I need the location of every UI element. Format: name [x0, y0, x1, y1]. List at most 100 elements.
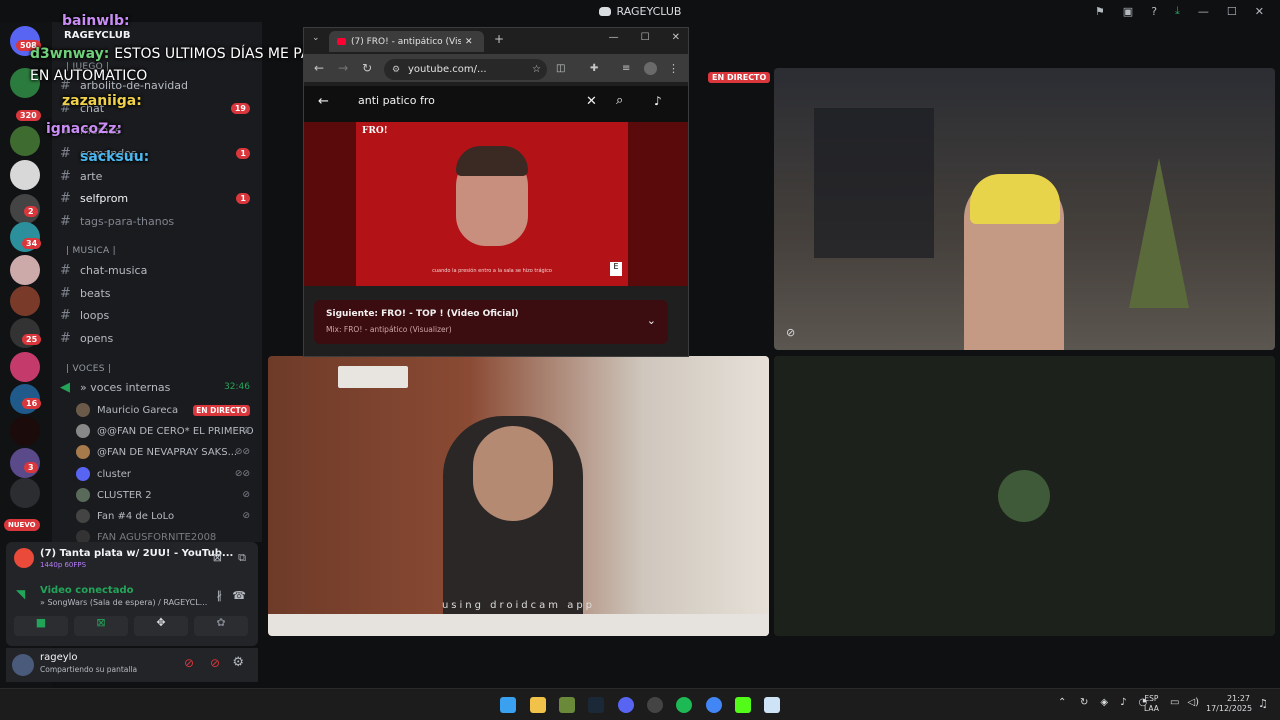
minimize-icon[interactable]: — [1198, 5, 1209, 18]
site-info-icon[interactable]: ⚙ [392, 65, 400, 75]
channel-item[interactable]: # selfprom 1 [52, 187, 262, 209]
channel-item[interactable]: # loops [52, 304, 262, 326]
channel-label: beats [80, 286, 111, 300]
new-tab-icon[interactable]: + [494, 32, 504, 46]
shield-icon[interactable]: ◈ [1100, 697, 1108, 708]
network-icon[interactable]: ▭ [1170, 697, 1179, 708]
screenshare-button[interactable]: ⊠ [74, 616, 128, 636]
channel-item[interactable]: # beats [52, 282, 262, 304]
language-indicator[interactable]: ESP LAA [1144, 694, 1159, 714]
search-query[interactable]: anti patico fro [358, 94, 435, 107]
volume-icon[interactable]: ◁) [1187, 697, 1199, 708]
chatgpt-icon[interactable] [647, 697, 663, 713]
chevron-up-icon[interactable]: ⌃ [1058, 697, 1066, 708]
kick-icon[interactable] [735, 697, 751, 713]
avatar[interactable] [12, 654, 34, 676]
bookmark-star-icon[interactable]: ☆ [532, 64, 541, 75]
christmas-tree [1129, 158, 1189, 308]
voice-member[interactable]: Mauricio Gareca EN DIRECTO [76, 400, 262, 420]
discord-icon[interactable] [618, 697, 634, 713]
tray-icons: ↻ ◈ ♪ ◔ [1080, 697, 1147, 708]
tab-youtube[interactable]: (7) FRO! - antipático (Visual ✕ [329, 31, 484, 52]
close-icon[interactable]: ✕ [1255, 5, 1264, 18]
popout-icon[interactable]: ⧉ [238, 551, 246, 565]
notepad-icon[interactable] [764, 697, 780, 713]
stop-stream-icon[interactable]: ⊠ [213, 551, 222, 564]
person-face [473, 426, 553, 521]
forward-icon[interactable]: → [338, 61, 348, 75]
steam-icon[interactable] [588, 697, 604, 713]
clock[interactable]: 21:27 17/12/2025 [1206, 694, 1252, 714]
video-player[interactable]: FRO! cuando la presión entro a la sala s… [304, 122, 688, 286]
category-musica[interactable]: | MUSICA | [66, 246, 116, 256]
profile-avatar[interactable] [644, 61, 657, 75]
tab-list-icon[interactable]: ⌄ [312, 33, 320, 43]
mic-icon[interactable]: ♪ [654, 94, 662, 108]
mic-muted-icon[interactable]: ⊘ [184, 656, 194, 670]
stream-tile-audio[interactable] [774, 356, 1275, 636]
minecraft-icon[interactable] [559, 697, 575, 713]
file-explorer-icon[interactable] [530, 697, 546, 713]
download-icon[interactable]: ⤓ [1175, 4, 1180, 18]
sync-icon[interactable]: ↻ [1080, 697, 1088, 708]
settings-gear-icon[interactable]: ⚙ [232, 655, 244, 670]
rtc-channel[interactable]: » SongWars (Sala de espera) / RAGEYCL... [40, 598, 207, 607]
media-icon[interactable]: ≡ [622, 63, 630, 74]
spotify-icon[interactable] [676, 697, 692, 713]
back-arrow-icon[interactable]: ← [318, 94, 329, 109]
soundboard-button[interactable]: ✿ [194, 616, 248, 636]
disconnect-icon[interactable]: ☎ [232, 589, 246, 602]
stream-tile-main[interactable]: ⊘ [774, 68, 1275, 350]
mic-muted-icon: ⊘ [786, 326, 796, 339]
menu-icon[interactable]: ⋮ [668, 62, 679, 75]
up-next-card[interactable]: Siguiente: FRO! - TOP ! (Video Oficial) … [314, 300, 668, 344]
start-icon[interactable] [500, 697, 516, 713]
voice-member[interactable]: @@FAN DE CERO* EL PRIMERO ⊘ [76, 421, 262, 441]
server-name[interactable]: RAGEYCLUB [64, 30, 130, 41]
activities-button[interactable]: ✥ [134, 616, 188, 636]
extension-icon[interactable]: ◫ [556, 63, 565, 74]
help-icon[interactable]: ? [1151, 5, 1157, 18]
camera-button[interactable]: ■ [14, 616, 68, 636]
server-icon[interactable] [10, 352, 40, 382]
channel-item[interactable]: # tags-para-thanos [52, 210, 262, 232]
back-icon[interactable]: ← [314, 61, 324, 75]
channel-item[interactable]: # chat-musica [52, 259, 262, 281]
minimize-icon[interactable]: — [609, 32, 619, 43]
screen-icon[interactable]: ▣ [1123, 5, 1133, 18]
chevron-down-icon[interactable]: ⌄ [647, 314, 656, 327]
server-icon[interactable] [10, 416, 40, 446]
voice-member[interactable]: Fan #4 de LoLo ⊘ [76, 506, 262, 526]
search-icon[interactable]: ⌕ [616, 93, 623, 108]
hash-icon: # [60, 190, 71, 206]
channel-item[interactable]: # arte [52, 165, 262, 187]
close-tab-icon[interactable]: ✕ [465, 37, 473, 47]
address-bar[interactable]: ⚙ youtube.com/... ☆ [384, 59, 547, 80]
clear-search-icon[interactable]: ✕ [586, 94, 597, 109]
server-icon[interactable] [10, 286, 40, 316]
puzzle-icon[interactable]: ✚ [590, 63, 598, 74]
maximize-icon[interactable]: ☐ [641, 32, 650, 43]
voice-member[interactable]: FAN AGUSFORNITE2008 [76, 527, 262, 542]
inbox-icon[interactable]: ⚑ [1095, 5, 1105, 18]
mic-icon[interactable]: ♪ [1120, 697, 1126, 708]
server-icon[interactable] [10, 126, 40, 156]
server-icon[interactable] [10, 478, 40, 508]
stream-tile-camera[interactable]: using droidcam app [268, 356, 769, 636]
activity-title[interactable]: (7) Tanta plata w/ 2UU! - YouTub... [40, 548, 233, 559]
noise-icon[interactable]: ∦ [217, 589, 223, 602]
deafen-icon[interactable]: ⊘ [210, 656, 220, 670]
server-icon[interactable] [10, 160, 40, 190]
voice-member[interactable]: @FAN DE NEVAPRAY SAKS... ⊘⊘ [76, 442, 262, 462]
close-icon[interactable]: ✕ [672, 32, 680, 43]
notification-icon[interactable]: ♫ [1258, 697, 1268, 710]
chrome-icon[interactable] [706, 697, 722, 713]
category-voces[interactable]: | VOCES | [66, 364, 111, 374]
voice-member[interactable]: cluster ⊘⊘ [76, 464, 262, 484]
voice-channel[interactable]: ◀ » voces internas 32:46 [52, 376, 262, 398]
server-icon[interactable] [10, 255, 40, 285]
maximize-icon[interactable]: ☐ [1227, 5, 1237, 18]
reload-icon[interactable]: ↻ [362, 61, 372, 75]
channel-item[interactable]: # opens [52, 327, 262, 349]
voice-member[interactable]: CLUSTER 2 ⊘ [76, 485, 262, 505]
